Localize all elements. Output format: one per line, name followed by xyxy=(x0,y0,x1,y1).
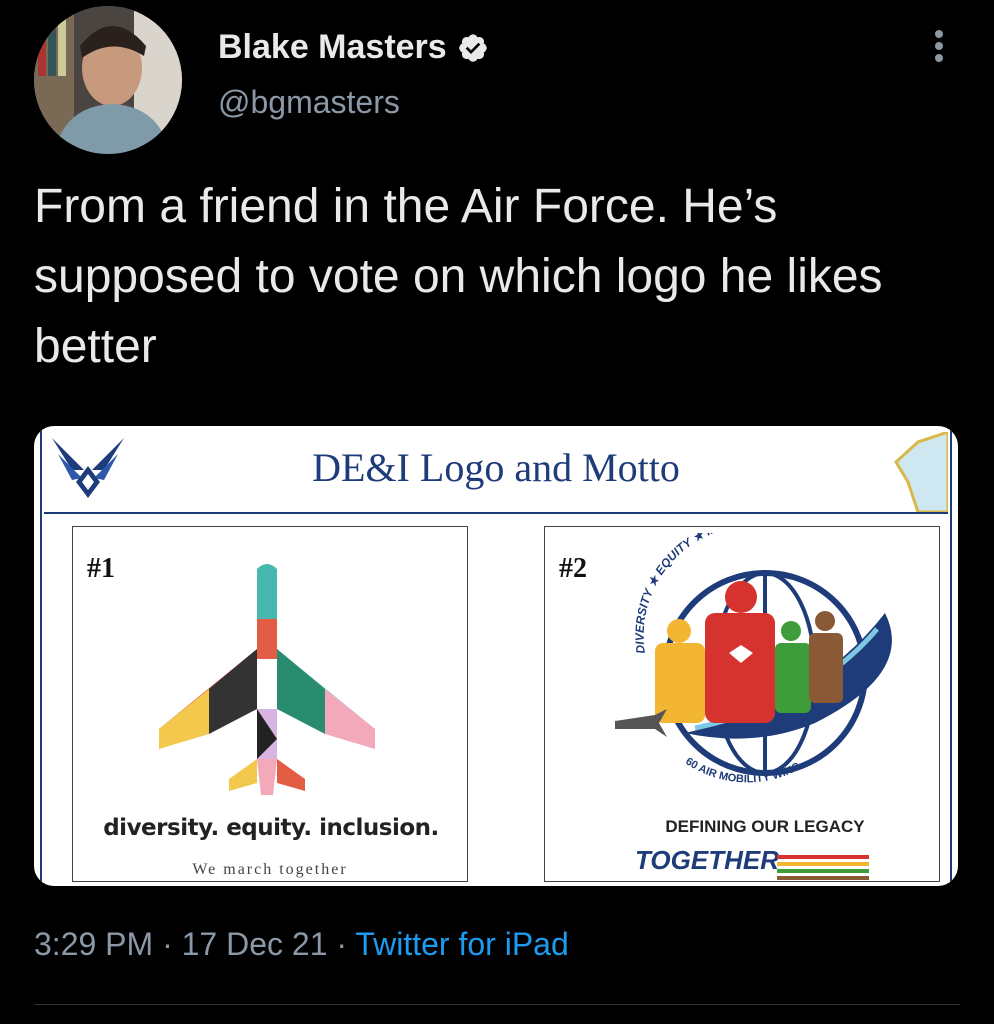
tweet-source-link[interactable]: Twitter for iPad xyxy=(355,926,568,962)
dot xyxy=(935,54,943,62)
option-2-legacy: DEFINING OUR LEGACY xyxy=(665,817,865,836)
meta-separator: · xyxy=(153,926,182,962)
more-options-icon[interactable] xyxy=(924,26,954,66)
meta-separator: · xyxy=(327,926,356,962)
avatar[interactable] xyxy=(34,6,182,154)
logo-option-2: #2 DIVERSITY ★ EQUITY ★ INCLUSIVE 60 AI xyxy=(544,526,940,882)
option-number: #2 xyxy=(559,553,587,584)
tweet-media[interactable]: DE&I Logo and Motto #1 diversity. equity… xyxy=(34,426,958,886)
slide-divider xyxy=(44,512,948,514)
user-handle[interactable]: @bgmasters xyxy=(218,84,400,121)
tweet-meta: 3:29 PM · 17 Dec 21 · Twitter for iPad xyxy=(34,926,569,963)
color-stripes xyxy=(777,855,869,883)
option-number: #1 xyxy=(87,553,115,584)
dot xyxy=(935,30,943,38)
display-name-text: Blake Masters xyxy=(218,28,447,66)
dot xyxy=(935,42,943,50)
divider xyxy=(34,1004,960,1005)
slide-border-right xyxy=(950,426,952,886)
display-name[interactable]: Blake Masters xyxy=(218,28,489,67)
verified-badge-icon xyxy=(459,33,487,62)
avatar-photo xyxy=(34,6,182,154)
globe-wing-logo-icon: DIVERSITY ★ EQUITY ★ INCLUSIVE 60 AIR MO… xyxy=(615,533,892,785)
tweet-time[interactable]: 3:29 PM xyxy=(34,926,153,962)
slide-title: DE&I Logo and Motto xyxy=(312,445,680,490)
tweet-date[interactable]: 17 Dec 21 xyxy=(182,926,328,962)
option-2-together: TOGETHER xyxy=(635,845,779,875)
option-1-tagline: We march together xyxy=(192,861,348,878)
tweet-text: From a friend in the Air Force. He’s sup… xyxy=(34,180,883,373)
option-1-motto: diversity. equity. inclusion. xyxy=(103,815,439,841)
slide-border-left xyxy=(40,426,42,886)
airplane-logo-icon xyxy=(159,564,375,795)
logo-option-1: #1 diversity. equity. inclusion. We marc… xyxy=(72,526,468,882)
